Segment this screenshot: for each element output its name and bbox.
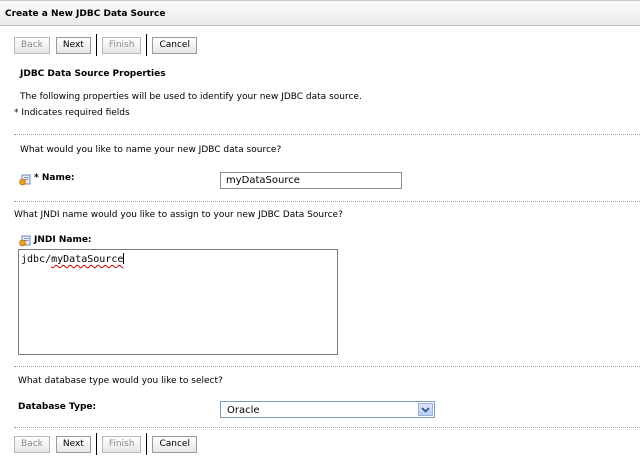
- bottom-button-bar: Back Next Finish Cancel: [14, 435, 197, 453]
- db-type-label: Database Type:: [18, 402, 96, 412]
- divider: [14, 134, 640, 135]
- required-fields-note: * Indicates required fields: [14, 108, 130, 118]
- field-help-icon[interactable]: [19, 235, 31, 247]
- jndi-question: What JNDI name would you like to assign …: [14, 210, 343, 220]
- button-separator: [146, 433, 147, 455]
- jndi-value-misspelled: myDataSource: [51, 254, 123, 265]
- jndi-textarea[interactable]: jdbc/myDataSource: [18, 249, 338, 355]
- divider: [14, 366, 640, 367]
- section-heading: JDBC Data Source Properties: [20, 69, 166, 79]
- window-title: Create a New JDBC Data Source: [5, 9, 165, 19]
- name-question: What would you like to name your new JDB…: [20, 145, 281, 155]
- name-label: * Name:: [34, 173, 75, 183]
- db-type-question: What database type would you like to sel…: [18, 376, 223, 386]
- jndi-label: JNDI Name:: [34, 235, 92, 245]
- finish-button-top[interactable]: Finish: [102, 37, 142, 54]
- jndi-value-prefix: jdbc/: [21, 254, 51, 265]
- chevron-down-icon[interactable]: [418, 403, 433, 416]
- db-type-selected: Oracle: [227, 405, 260, 416]
- text-caret: [123, 253, 124, 264]
- next-button-bottom[interactable]: Next: [56, 436, 91, 453]
- db-type-select[interactable]: Oracle: [220, 401, 435, 418]
- name-input[interactable]: myDataSource: [220, 172, 402, 189]
- cancel-button-bottom[interactable]: Cancel: [152, 436, 197, 453]
- next-button-top[interactable]: Next: [56, 37, 91, 54]
- back-button-bottom[interactable]: Back: [14, 436, 50, 453]
- button-separator: [96, 34, 97, 56]
- cancel-button-top[interactable]: Cancel: [152, 37, 197, 54]
- back-button-top[interactable]: Back: [14, 37, 50, 54]
- section-description: The following properties will be used to…: [20, 92, 362, 102]
- window-title-bar: Create a New JDBC Data Source: [0, 0, 640, 26]
- divider: [14, 427, 640, 428]
- button-separator: [146, 34, 147, 56]
- field-help-icon[interactable]: [19, 174, 31, 186]
- button-separator: [96, 433, 97, 455]
- finish-button-bottom[interactable]: Finish: [102, 436, 142, 453]
- top-button-bar: Back Next Finish Cancel: [14, 36, 197, 54]
- divider: [14, 201, 640, 202]
